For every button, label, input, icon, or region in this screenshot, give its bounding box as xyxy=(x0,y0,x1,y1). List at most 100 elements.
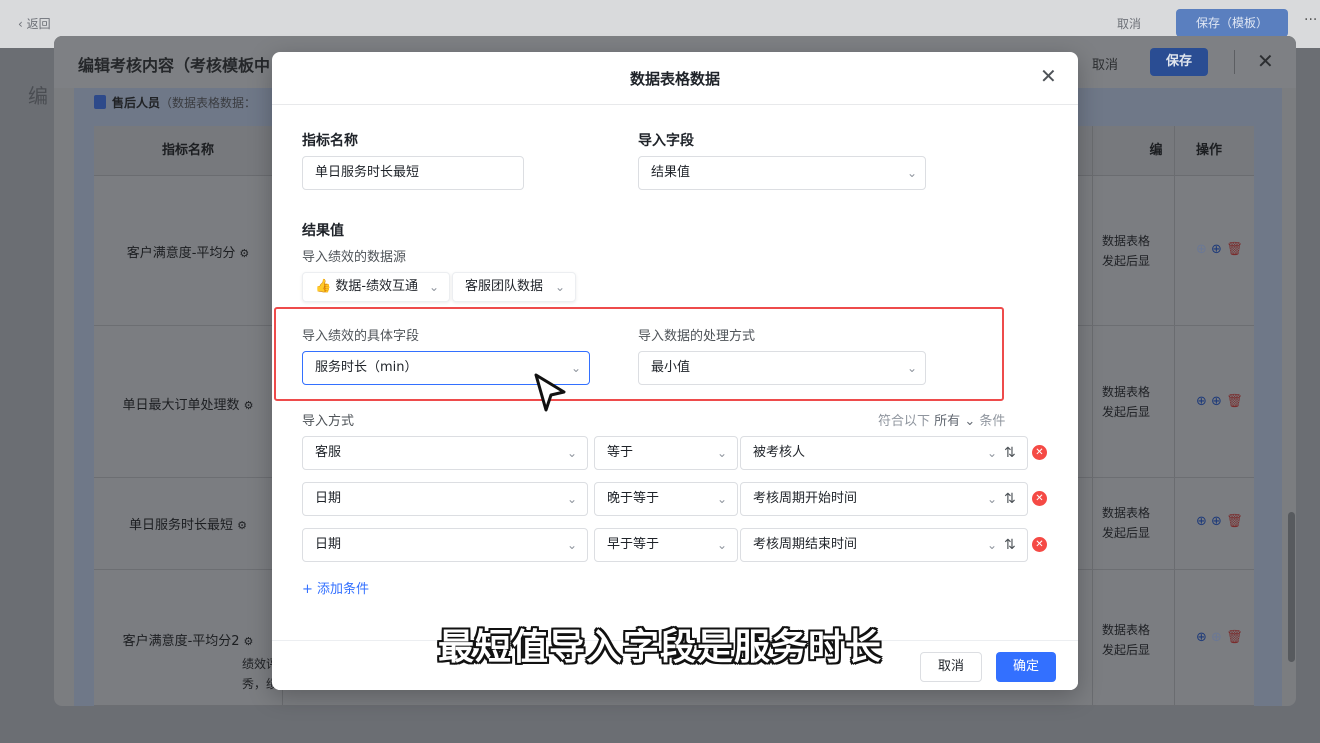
modal-title: 数据表格数据 xyxy=(629,70,720,88)
condition-mode-select[interactable]: 所有 ⌄ xyxy=(934,414,975,429)
more-icon[interactable]: ··· xyxy=(1304,12,1317,28)
metric-name-input[interactable]: 单日服务时长最短 xyxy=(302,156,524,190)
table-subtitle: （数据表格数据： xyxy=(160,96,257,110)
divider xyxy=(1234,50,1235,74)
condition-operator-select[interactable]: 早于等于 ⌄ xyxy=(594,528,738,562)
condition-operator-value: 晚于等于 xyxy=(607,491,660,506)
page-save-template-button[interactable]: 保存（模板） xyxy=(1176,9,1288,37)
import-method-label: 导入方式 xyxy=(302,414,355,429)
condition-field-select[interactable]: 客服 ⌄ xyxy=(302,436,588,470)
row-data-line: 发起后显 xyxy=(1102,526,1151,540)
chevron-down-icon: ⌄ xyxy=(566,538,577,552)
chevron-down-icon: ⌄ xyxy=(906,166,917,180)
condition-operator-select[interactable]: 等于 ⌄ xyxy=(594,436,738,470)
swap-icon[interactable]: ⇅ xyxy=(1004,528,1016,562)
remove-condition-icon[interactable]: ✕ xyxy=(1032,491,1047,506)
row-data-cell: 数据表格 发起后显 xyxy=(1102,382,1164,422)
close-icon[interactable]: ✕ xyxy=(1040,64,1057,88)
datasource-label: 导入绩效的数据源 xyxy=(302,250,407,265)
condition-prefix: 符合以下 xyxy=(878,414,931,429)
condition-value-select[interactable]: 考核周期结束时间 ⌄ xyxy=(740,528,1028,562)
gear-icon[interactable]: ⚙ xyxy=(239,247,249,260)
divider xyxy=(272,104,1078,105)
condition-operator-value: 早于等于 xyxy=(607,537,660,552)
condition-field-value: 客服 xyxy=(315,445,342,460)
cursor-icon xyxy=(534,373,566,412)
row-name-text: 单日服务时长最短 xyxy=(129,518,234,533)
move-down-icon[interactable]: ⊕ xyxy=(1211,394,1222,409)
back-link[interactable]: ‹ 返回 xyxy=(18,15,51,32)
row-name-text: 单日最大订单处理数 xyxy=(122,398,240,413)
row-ops: ⊕ ⊕ 🗑 xyxy=(1196,514,1256,529)
gear-icon[interactable]: ⚙ xyxy=(237,519,247,532)
condition-value-text: 考核周期结束时间 xyxy=(753,537,858,552)
chevron-down-icon: ⌄ xyxy=(566,446,577,460)
remove-condition-icon[interactable]: ✕ xyxy=(1032,537,1047,552)
import-field-select[interactable]: 结果值 ⌄ xyxy=(638,156,926,190)
metric-name-label: 指标名称 xyxy=(302,133,358,149)
import-field-label: 导入字段 xyxy=(638,133,694,149)
trash-icon[interactable]: 🗑 xyxy=(1226,242,1243,257)
row-ops: ⊕ ⊕ 🗑 xyxy=(1196,242,1256,257)
trash-icon[interactable]: 🗑 xyxy=(1226,514,1243,529)
remove-condition-icon[interactable]: ✕ xyxy=(1032,445,1047,460)
add-condition-button[interactable]: + 添加条件 xyxy=(302,578,369,597)
swap-icon[interactable]: ⇅ xyxy=(1004,436,1016,470)
move-up-icon[interactable]: ⊕ xyxy=(1196,394,1207,409)
chevron-down-icon: ⌄ xyxy=(964,414,976,429)
condition-value-text: 被考核人 xyxy=(753,445,806,460)
move-down-icon[interactable]: ⊕ xyxy=(1211,514,1222,529)
condition-field-value: 日期 xyxy=(315,537,342,552)
gear-icon[interactable]: ⚙ xyxy=(244,399,254,412)
chevron-down-icon: ⌄ xyxy=(986,538,997,552)
datasource-table-select[interactable]: 客服团队数据 ⌄ xyxy=(452,272,576,302)
condition-value-select[interactable]: 被考核人 ⌄ xyxy=(740,436,1028,470)
trash-icon[interactable]: 🗑 xyxy=(1226,394,1243,409)
column-header-partial: 编 xyxy=(1148,126,1164,176)
row-ops: ⊕ ⊕ 🗑 xyxy=(1196,394,1256,409)
edit-panel-title: 编辑考核内容（考核模板中 xyxy=(78,56,271,75)
condition-field-select[interactable]: 日期 ⌄ xyxy=(302,528,588,562)
condition-operator-select[interactable]: 晚于等于 ⌄ xyxy=(594,482,738,516)
chevron-down-icon: ⌄ xyxy=(566,492,577,506)
row-data-line: 数据表格 xyxy=(1102,506,1151,520)
column-header-ops: 操作 xyxy=(1164,126,1254,176)
column-header-name: 指标名称 xyxy=(94,126,282,176)
result-section-title: 结果值 xyxy=(302,223,344,239)
chevron-down-icon: ⌄ xyxy=(716,538,727,552)
move-up-icon[interactable]: ⊕ xyxy=(1196,242,1207,257)
move-up-icon[interactable]: ⊕ xyxy=(1196,514,1207,529)
row-metric-name: 客户满意度-平均分 ⚙ xyxy=(94,242,282,261)
video-caption: 最短值导入字段是服务时长 xyxy=(437,627,882,668)
condition-field-value: 日期 xyxy=(315,491,342,506)
condition-value-text: 考核周期开始时间 xyxy=(753,491,858,506)
row-data-cell: 数据表格 发起后显 xyxy=(1102,231,1164,271)
edit-panel-cancel-button[interactable]: 取消 xyxy=(1092,54,1118,73)
chevron-down-icon: ⌄ xyxy=(554,280,565,294)
row-data-line: 数据表格 xyxy=(1102,234,1151,248)
condition-mode-value: 所有 xyxy=(934,414,961,429)
import-field-value: 结果值 xyxy=(651,165,691,180)
condition-field-select[interactable]: 日期 ⌄ xyxy=(302,482,588,516)
page-cancel-button[interactable]: 取消 xyxy=(1117,15,1141,32)
table-title: 售后人员 xyxy=(112,96,161,110)
swap-icon[interactable]: ⇅ xyxy=(1004,482,1016,516)
document-icon xyxy=(94,95,106,109)
condition-operator-value: 等于 xyxy=(607,445,634,460)
edit-panel-save-button[interactable]: 保存 xyxy=(1150,48,1208,76)
row-data-line: 发起后显 xyxy=(1102,405,1151,419)
row-name-text: 客户满意度-平均分 xyxy=(126,246,236,261)
datasource-app-select[interactable]: 👍 数据-绩效互通 ⌄ xyxy=(302,272,450,302)
chevron-down-icon: ⌄ xyxy=(716,446,727,460)
move-down-icon[interactable]: ⊕ xyxy=(1211,242,1222,257)
datasource-table-value: 客服团队数据 xyxy=(465,279,544,294)
datasource-app-value: 👍 数据-绩效互通 xyxy=(315,279,419,294)
close-icon[interactable]: ✕ xyxy=(1257,49,1274,73)
row-data-cell: 数据表格 发起后显 xyxy=(1102,503,1164,543)
chevron-down-icon: ⌄ xyxy=(716,492,727,506)
row-metric-name: 单日最大订单处理数 ⚙ xyxy=(94,394,282,413)
back-label: 返回 xyxy=(26,17,51,31)
row-data-line: 数据表格 xyxy=(1102,385,1151,399)
condition-value-select[interactable]: 考核周期开始时间 ⌄ xyxy=(740,482,1028,516)
row-metric-name: 单日服务时长最短 ⚙ xyxy=(94,514,282,533)
